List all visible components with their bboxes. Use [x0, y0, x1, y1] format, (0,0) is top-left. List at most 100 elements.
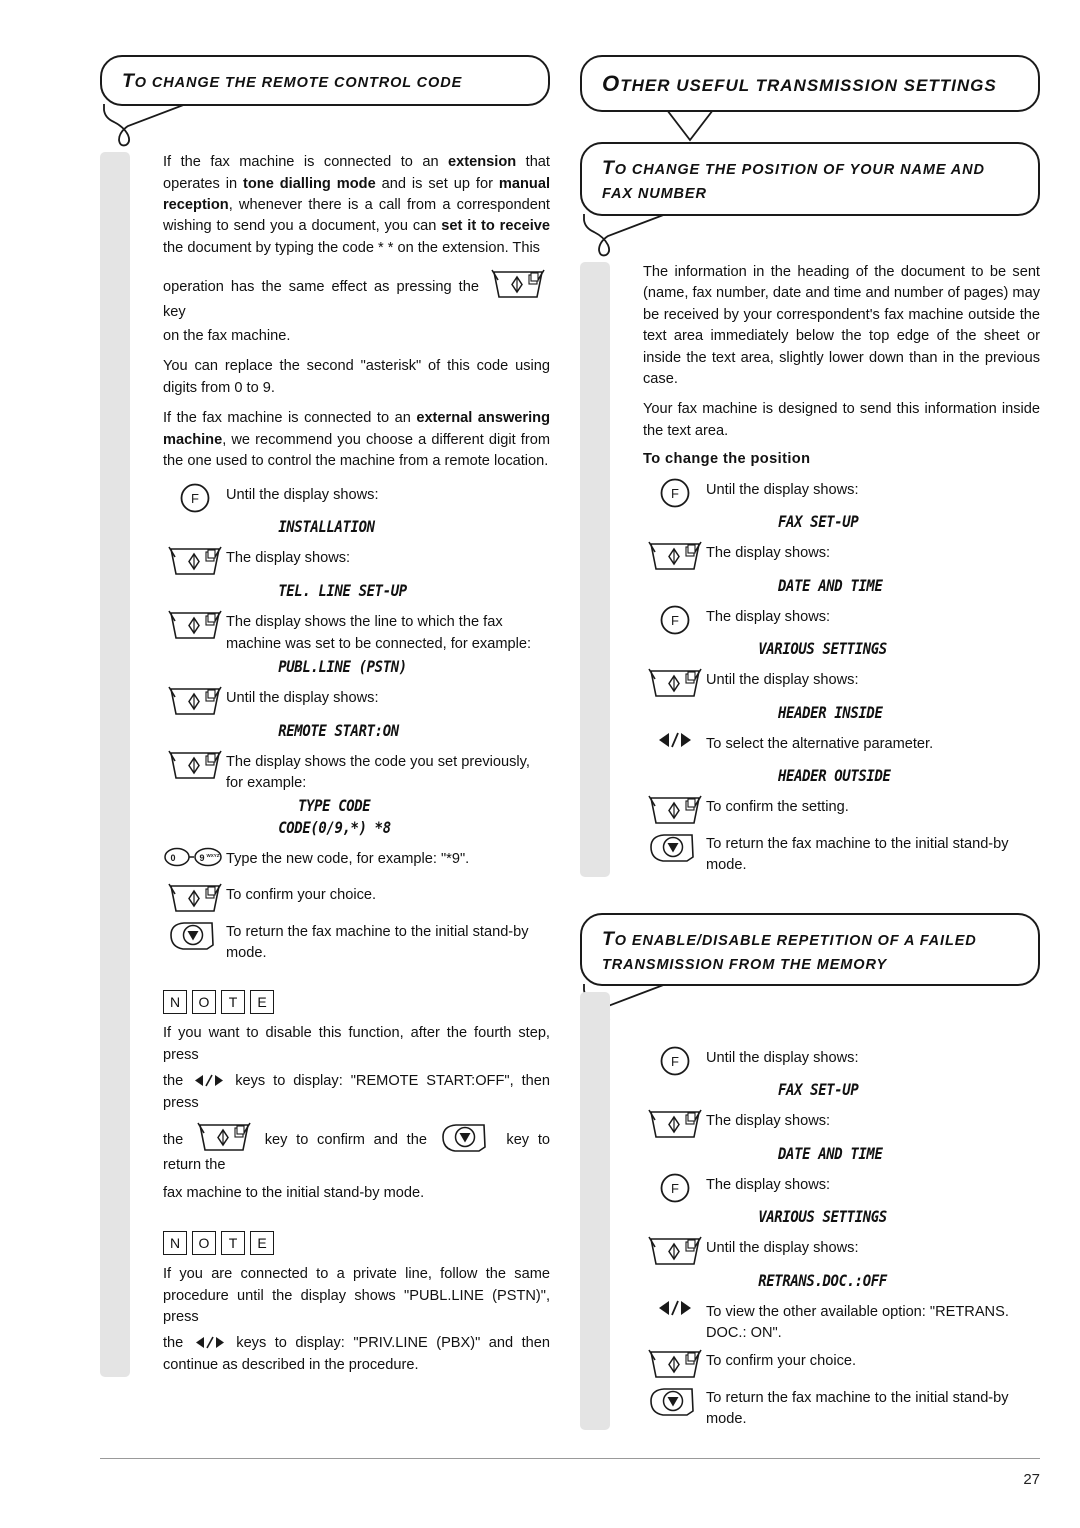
stop-key-icon[interactable]: [647, 831, 703, 865]
start-key-icon[interactable]: [166, 749, 224, 783]
step-key-cell[interactable]: [643, 793, 706, 828]
step-key-cell[interactable]: [163, 544, 226, 579]
step-key-cell[interactable]: F: [643, 1044, 706, 1077]
callout-tail: [102, 104, 232, 154]
step-row: F The display shows:: [643, 1171, 1040, 1205]
paragraph-key-press-line2: on the fax machine.: [163, 327, 291, 344]
note2-line1: If you are connected to a private line, …: [163, 1265, 550, 1326]
right-gray-strip-2: [580, 992, 610, 1430]
step-description: To return the fax machine to the initial…: [706, 836, 1009, 874]
step-description: To return the fax machine to the initial…: [226, 924, 529, 962]
page-number: 27: [1023, 1471, 1040, 1488]
start-key-icon[interactable]: [646, 1348, 704, 1382]
start-key-icon[interactable]: [166, 685, 224, 719]
plain-text: If the fax machine is connected to an: [163, 154, 449, 171]
svg-text:F: F: [671, 1054, 679, 1069]
note-letter-o: O: [192, 990, 216, 1015]
step-key-cell[interactable]: 0 9 WXYZ: [163, 845, 226, 868]
step-row: To return the fax machine to the initial…: [643, 830, 1040, 876]
lcd-display-text: FAX SET-UP: [778, 513, 859, 532]
start-key-icon[interactable]: [646, 667, 704, 701]
start-key-icon[interactable]: [646, 540, 704, 574]
note-label-2: NOTE: [163, 1230, 550, 1255]
key-press-suffix: key: [163, 304, 186, 321]
right-steps-list-1: F Until the display shows: FAX SET-UP The…: [643, 476, 1040, 876]
paragraph-heading-info: The information in the heading of the do…: [643, 263, 1040, 388]
step-key-cell[interactable]: [643, 1107, 706, 1142]
step-key-cell[interactable]: [643, 830, 706, 865]
start-key-icon[interactable]: [166, 609, 224, 643]
f-key-icon[interactable]: F: [179, 482, 211, 514]
lcd-display-text: DATE AND TIME: [778, 1145, 883, 1164]
arrows-icon[interactable]: [655, 1299, 695, 1317]
lcd-display-text: TEL. LINE SET-UP: [278, 582, 407, 601]
emphasis-text: set it to receive: [441, 218, 550, 235]
right-body-2: F Until the display shows: FAX SET-UP The…: [580, 992, 1040, 1430]
step-row: To confirm your choice.: [643, 1347, 1040, 1382]
step-key-cell[interactable]: [643, 666, 706, 701]
f-key-icon[interactable]: F: [659, 477, 691, 509]
start-key-icon[interactable]: [166, 882, 224, 916]
keypad-0-9-icon[interactable]: 0 9 WXYZ: [163, 846, 226, 868]
f-key-icon[interactable]: F: [659, 1172, 691, 1204]
step-key-cell[interactable]: [163, 608, 226, 643]
lcd-display-text: DATE AND TIME: [778, 577, 883, 596]
start-key-icon[interactable]: [646, 794, 704, 828]
step-row: To return the fax machine to the initial…: [643, 1384, 1040, 1430]
header-capital: T: [602, 157, 615, 180]
step-key-cell[interactable]: [643, 1234, 706, 1269]
step-description: Until the display shows:: [706, 482, 859, 499]
step-key-cell[interactable]: [643, 730, 706, 749]
note1-line2-a: the: [163, 1073, 184, 1090]
start-key-icon[interactable]: [166, 545, 224, 579]
start-key-icon[interactable]: [646, 1235, 704, 1269]
arrows-icon[interactable]: [655, 731, 695, 749]
step-row: To view the other available option: "RET…: [643, 1298, 1040, 1344]
f-key-icon[interactable]: F: [659, 1045, 691, 1077]
step-row: To confirm the setting.: [643, 793, 1040, 828]
header-text: o enable/disable repetition of a failed …: [602, 932, 977, 973]
step-description: To view the other available option: "RET…: [706, 1304, 1009, 1342]
note-letter-n: N: [163, 990, 187, 1015]
step-key-cell[interactable]: F: [163, 481, 226, 514]
step-key-cell[interactable]: F: [643, 603, 706, 636]
step-key-cell[interactable]: [643, 1384, 706, 1419]
lcd-display-text: VARIOUS SETTINGS: [758, 1208, 887, 1227]
f-key-icon[interactable]: F: [659, 604, 691, 636]
step-key-cell[interactable]: [643, 1347, 706, 1382]
left-gray-strip: [100, 152, 130, 1378]
header-text: o change the remote control code: [134, 75, 463, 91]
step-key-cell[interactable]: [163, 684, 226, 719]
section-header-change-position-name-fax: To change the position of your name and …: [580, 142, 1040, 257]
svg-text:F: F: [671, 1181, 679, 1196]
note1-line3: the key to confirm and the key to return…: [163, 1121, 550, 1177]
note2-line2-a: the: [163, 1335, 184, 1352]
step-key-cell[interactable]: F: [643, 476, 706, 509]
note-label-1: NOTE: [163, 990, 550, 1015]
step-row: The display shows the code you set previ…: [163, 748, 550, 794]
step-description: Type the new code, for example: "*9".: [226, 851, 470, 867]
stop-key-icon[interactable]: [647, 1385, 703, 1419]
left-body: If the fax machine is connected to an ex…: [100, 152, 550, 1378]
step-row: F Until the display shows:: [163, 481, 550, 515]
emphasis-text: extension: [448, 154, 517, 171]
step-key-cell[interactable]: [643, 539, 706, 574]
step-row: Until the display shows:: [643, 666, 1040, 701]
stop-key-icon[interactable]: [167, 919, 223, 953]
svg-text:F: F: [191, 491, 199, 506]
stop-key-icon: [439, 1121, 495, 1155]
step-description: The display shows:: [706, 1113, 831, 1130]
step-key-cell[interactable]: [163, 748, 226, 783]
step-key-cell[interactable]: [643, 1298, 706, 1317]
step-key-cell[interactable]: [163, 918, 226, 953]
step-key-cell[interactable]: F: [643, 1171, 706, 1204]
step-row: F Until the display shows:: [643, 1044, 1040, 1078]
step-description: To confirm the setting.: [706, 799, 849, 816]
left-right-arrows-icon: [193, 1335, 227, 1350]
step-description: Until the display shows:: [706, 672, 859, 689]
step-key-cell[interactable]: [163, 881, 226, 916]
header-capital: T: [122, 70, 135, 92]
note2-line2: the keys to display: "PRIV.LINE (PBX)" a…: [163, 1333, 550, 1377]
step-row: F Until the display shows:: [643, 476, 1040, 510]
start-key-icon[interactable]: [646, 1108, 704, 1142]
